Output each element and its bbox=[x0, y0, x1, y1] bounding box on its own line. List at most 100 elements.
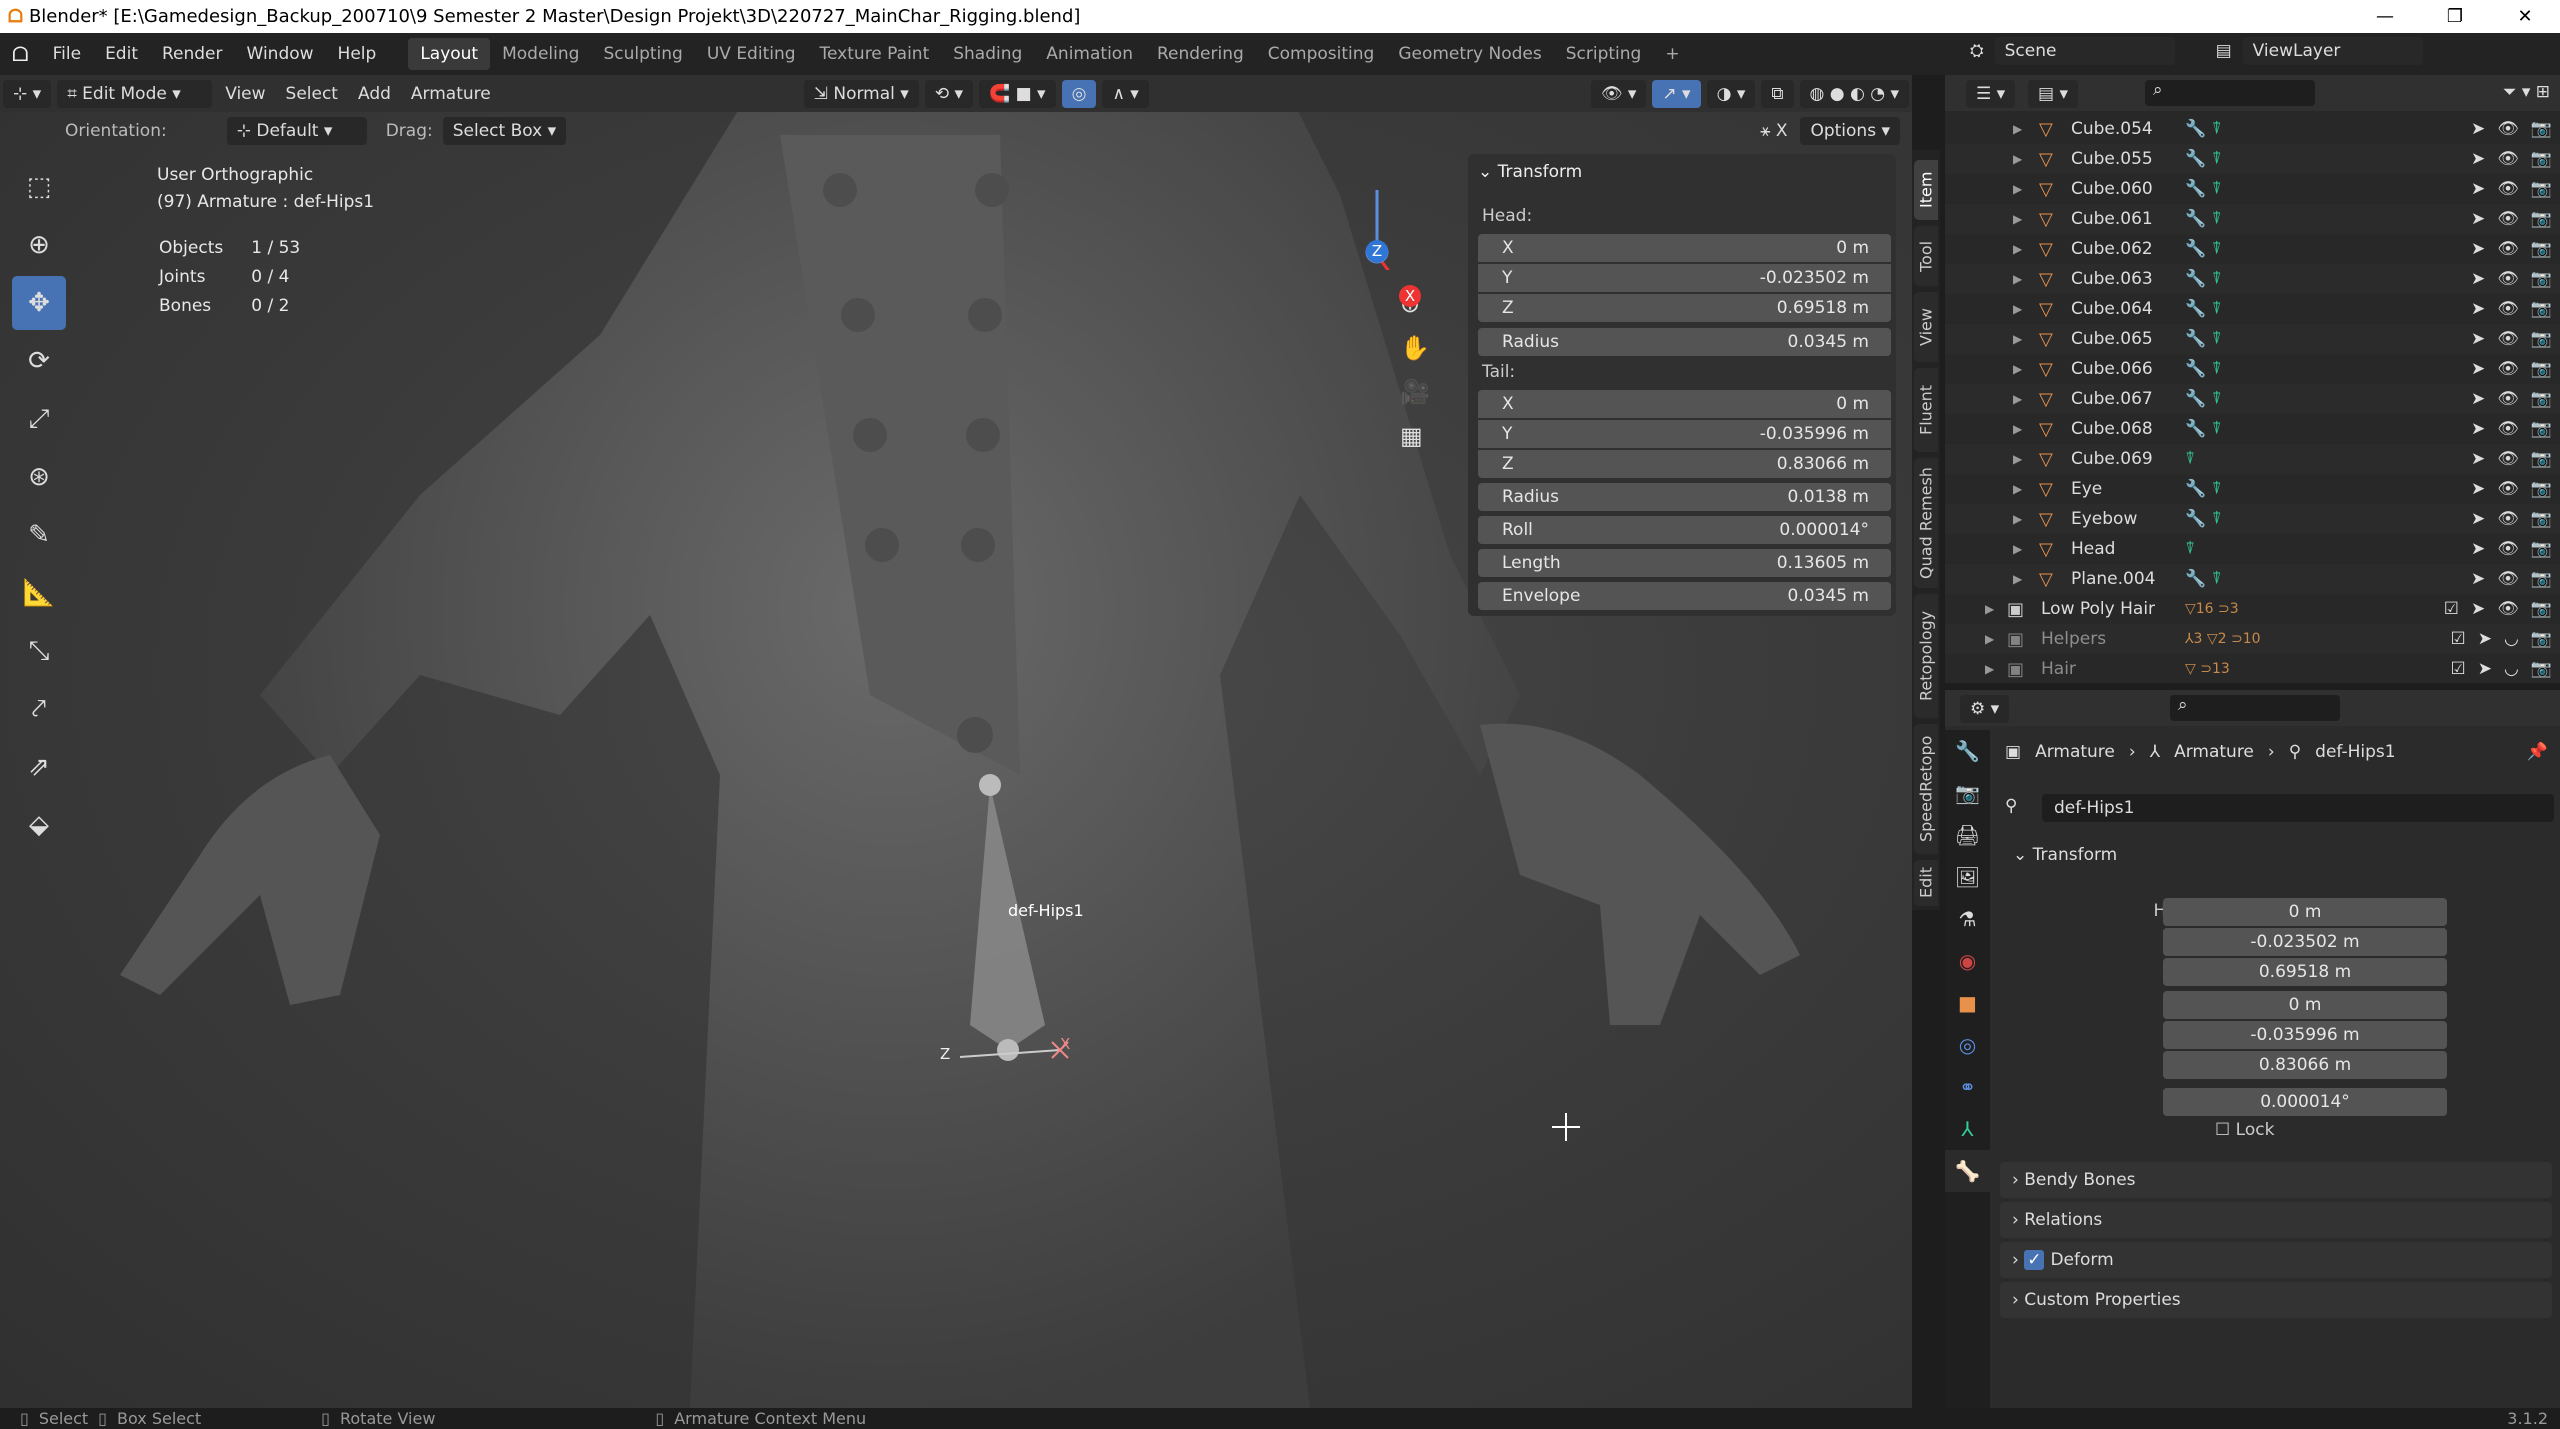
filter-icon[interactable]: ⏷ ▾ ⊞ bbox=[2503, 82, 2550, 102]
tab-animation[interactable]: Animation bbox=[1034, 38, 1145, 70]
outliner-row[interactable]: ▶ ▽ Cube.055 🔧 ⍒ ➤ 👁 📷 bbox=[1945, 144, 2560, 174]
tab-rendering[interactable]: Rendering bbox=[1145, 38, 1256, 70]
property-field[interactable]: 0 m bbox=[2163, 898, 2447, 926]
visibility-eye-icon[interactable]: 👁 bbox=[2497, 509, 2519, 529]
menu-armature[interactable]: Armature bbox=[401, 84, 501, 104]
visibility-eye-icon[interactable]: 👁 bbox=[2497, 209, 2519, 229]
tail-y-field[interactable]: Y -0.035996 m bbox=[1478, 420, 1891, 448]
select-toggle-icon[interactable]: ➤ bbox=[2471, 239, 2485, 259]
gizmo-toggle[interactable]: ↗ ▾ bbox=[1652, 79, 1701, 108]
object-properties-icon[interactable]: ■ bbox=[1945, 982, 1990, 1024]
render-camera-icon[interactable]: 📷 bbox=[2531, 149, 2552, 169]
transform-section-header[interactable]: ⌄ Transform bbox=[2013, 845, 2117, 865]
bendy-bones-section[interactable]: › Bendy Bones bbox=[2000, 1162, 2552, 1198]
render-camera-icon[interactable]: 📷 bbox=[2531, 449, 2552, 469]
select-box-tool-icon[interactable]: ⬚ bbox=[12, 160, 66, 214]
world-properties-icon[interactable]: ◉ bbox=[1945, 940, 1990, 982]
menu-edit[interactable]: Edit bbox=[93, 44, 150, 64]
visibility-eye-icon[interactable]: 👁 bbox=[2497, 419, 2519, 439]
lock-checkbox[interactable]: ☐ Lock bbox=[2215, 1120, 2274, 1140]
pan-view-hand-icon[interactable]: ✋ bbox=[1400, 334, 1430, 362]
relations-section[interactable]: › Relations bbox=[2000, 1202, 2552, 1238]
properties-search-input[interactable]: ⌕ bbox=[2170, 695, 2340, 721]
outliner-row[interactable]: ▶ ▽ Eyebow 🔧 ⍒ ➤ 👁 📷 bbox=[1945, 504, 2560, 534]
custom-properties-section[interactable]: › Custom Properties bbox=[2000, 1282, 2552, 1318]
head-x-field[interactable]: X0 m bbox=[1478, 234, 1891, 262]
blender-menu-icon[interactable]: ᗝ bbox=[0, 42, 41, 66]
bone-head-joint[interactable] bbox=[979, 774, 1001, 796]
bone-properties-icon[interactable]: 🦴 bbox=[1945, 1150, 1990, 1192]
visibility-eye-icon[interactable]: 👁 bbox=[2497, 299, 2519, 319]
tool-properties-icon[interactable]: 🔧 bbox=[1945, 730, 1990, 772]
render-camera-icon[interactable]: 📷 bbox=[2531, 119, 2552, 139]
visibility-eye-icon[interactable]: ◡ bbox=[2504, 629, 2519, 649]
render-camera-icon[interactable]: 📷 bbox=[2531, 629, 2552, 649]
options-dropdown[interactable]: Options ▾ bbox=[1800, 117, 1900, 145]
transform-orientation-selector[interactable]: ⇲ Normal ▾ bbox=[803, 79, 919, 108]
expand-arrow-icon[interactable]: ▶ bbox=[2013, 362, 2022, 376]
select-toggle-icon[interactable]: ➤ bbox=[2471, 539, 2485, 559]
select-toggle-icon[interactable]: ➤ bbox=[2471, 509, 2485, 529]
visibility-eye-icon[interactable]: 👁 bbox=[2497, 359, 2519, 379]
outliner-search-input[interactable]: ⌕ bbox=[2145, 80, 2315, 106]
visibility-eye-icon[interactable]: 👁 bbox=[2497, 539, 2519, 559]
select-toggle-icon[interactable]: ➤ bbox=[2471, 299, 2485, 319]
expand-arrow-icon[interactable]: ▶ bbox=[2013, 572, 2022, 586]
expand-arrow-icon[interactable]: ▶ bbox=[1985, 632, 1994, 646]
select-toggle-icon[interactable]: ➤ bbox=[2471, 149, 2485, 169]
render-properties-icon[interactable]: 📷 bbox=[1945, 772, 1990, 814]
tab-fluent[interactable]: Fluent bbox=[1914, 368, 1938, 452]
length-field[interactable]: Length 0.13605 m bbox=[1478, 549, 1891, 577]
render-camera-icon[interactable]: 📷 bbox=[2531, 479, 2552, 499]
menu-render[interactable]: Render bbox=[150, 44, 235, 64]
tab-modeling[interactable]: Modeling bbox=[490, 38, 591, 70]
outliner-row[interactable]: ▶ ▽ Head ⍒ ➤ 👁 📷 bbox=[1945, 534, 2560, 564]
outliner-row[interactable]: ▶ ▽ Cube.066 🔧 ⍒ ➤ 👁 📷 bbox=[1945, 354, 2560, 384]
render-camera-icon[interactable]: 📷 bbox=[2531, 569, 2552, 589]
head-y-field[interactable]: Y -0.023502 m bbox=[1478, 264, 1891, 292]
visibility-eye-icon[interactable]: 👁 bbox=[2497, 449, 2519, 469]
expand-arrow-icon[interactable]: ▶ bbox=[2013, 212, 2022, 226]
select-toggle-icon[interactable]: ➤ bbox=[2471, 209, 2485, 229]
render-camera-icon[interactable]: 📷 bbox=[2531, 269, 2552, 289]
outliner-row[interactable]: ▶ ▽ Cube.061 🔧 ⍒ ➤ 👁 📷 bbox=[1945, 204, 2560, 234]
outliner-row[interactable]: ▶ ▽ Cube.062 🔧 ⍒ ➤ 👁 📷 bbox=[1945, 234, 2560, 264]
outliner-row[interactable]: ▶ ▽ Cube.068 🔧 ⍒ ➤ 👁 📷 bbox=[1945, 414, 2560, 444]
expand-arrow-icon[interactable]: ▶ bbox=[2013, 422, 2022, 436]
visibility-selector[interactable]: 👁 ▾ bbox=[1590, 79, 1647, 108]
envelope-field[interactable]: Envelope 0.0345 m bbox=[1478, 582, 1891, 610]
outliner-row[interactable]: ▶ ▽ Cube.060 🔧 ⍒ ➤ 👁 📷 bbox=[1945, 174, 2560, 204]
expand-arrow-icon[interactable]: ▶ bbox=[2013, 512, 2022, 526]
expand-arrow-icon[interactable]: ▶ bbox=[2013, 482, 2022, 496]
menu-file[interactable]: File bbox=[41, 44, 93, 64]
outliner-row[interactable]: ▶ ▽ Cube.065 🔧 ⍒ ➤ 👁 📷 bbox=[1945, 324, 2560, 354]
tab-uv-editing[interactable]: UV Editing bbox=[695, 38, 808, 70]
tab-shading[interactable]: Shading bbox=[941, 38, 1034, 70]
menu-help[interactable]: Help bbox=[326, 44, 389, 64]
render-camera-icon[interactable]: 📷 bbox=[2531, 659, 2552, 679]
armature-data-properties-icon[interactable]: ⅄ bbox=[1945, 1108, 1990, 1150]
outliner-row[interactable]: ▶ ▽ Cube.054 🔧 ⍒ ➤ 👁 📷 bbox=[1945, 114, 2560, 144]
tail-z-field[interactable]: Z 0.83066 m bbox=[1478, 450, 1891, 478]
physics-properties-icon[interactable]: ◎ bbox=[1945, 1024, 1990, 1066]
visibility-eye-icon[interactable]: 👁 bbox=[2497, 269, 2519, 289]
deform-checkbox[interactable]: ✓ bbox=[2024, 1250, 2045, 1270]
menu-window[interactable]: Window bbox=[235, 44, 326, 64]
orientation-dropdown[interactable]: ⊹ Default ▾ bbox=[226, 117, 367, 145]
expand-arrow-icon[interactable]: ▶ bbox=[1985, 662, 1994, 676]
property-field[interactable]: -0.023502 m bbox=[2163, 928, 2447, 956]
property-field[interactable]: 0.000014° bbox=[2163, 1088, 2447, 1116]
select-toggle-icon[interactable]: ➤ bbox=[2471, 119, 2485, 139]
outliner-row[interactable]: ▶ ▽ Cube.067 🔧 ⍒ ➤ 👁 📷 bbox=[1945, 384, 2560, 414]
cursor-tool-icon[interactable]: ⊕ bbox=[12, 218, 66, 272]
render-camera-icon[interactable]: 📷 bbox=[2531, 239, 2552, 259]
view-layer-properties-icon[interactable]: 🖼 bbox=[1945, 856, 1990, 898]
scale-tool-icon[interactable]: ⤢ bbox=[12, 392, 66, 446]
select-toggle-icon[interactable]: ➤ bbox=[2471, 389, 2485, 409]
proportional-editing-toggle[interactable]: ◎ bbox=[1061, 79, 1097, 108]
visibility-eye-icon[interactable]: 👁 bbox=[2497, 119, 2519, 139]
tab-scripting[interactable]: Scripting bbox=[1554, 38, 1654, 70]
properties-editor-type[interactable]: ⚙ ▾ bbox=[1960, 695, 2010, 723]
annotate-tool-icon[interactable]: ✎ bbox=[12, 508, 66, 562]
outliner-row[interactable]: ▶ ▽ Cube.069 ⍒ ➤ 👁 📷 bbox=[1945, 444, 2560, 474]
